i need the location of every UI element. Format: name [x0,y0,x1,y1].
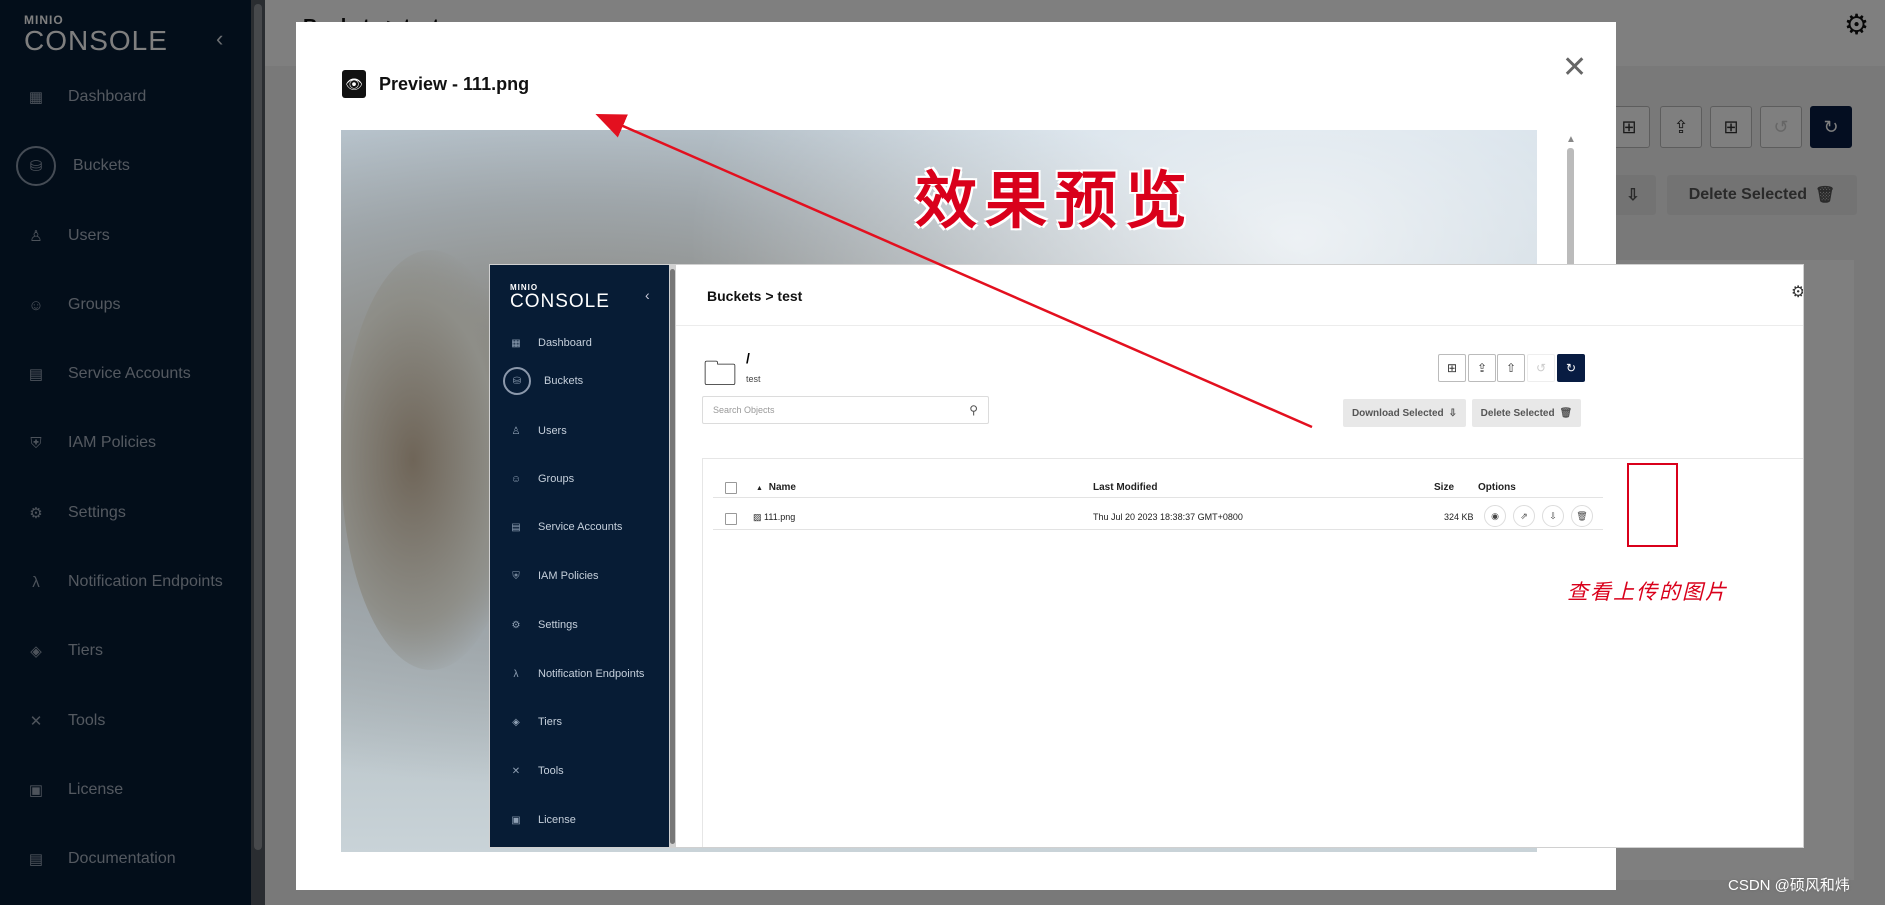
annotation-arrow [595,113,1313,429]
watermark: CSDN @硕风和炜 [1728,877,1850,894]
arrow-line [595,113,1313,429]
